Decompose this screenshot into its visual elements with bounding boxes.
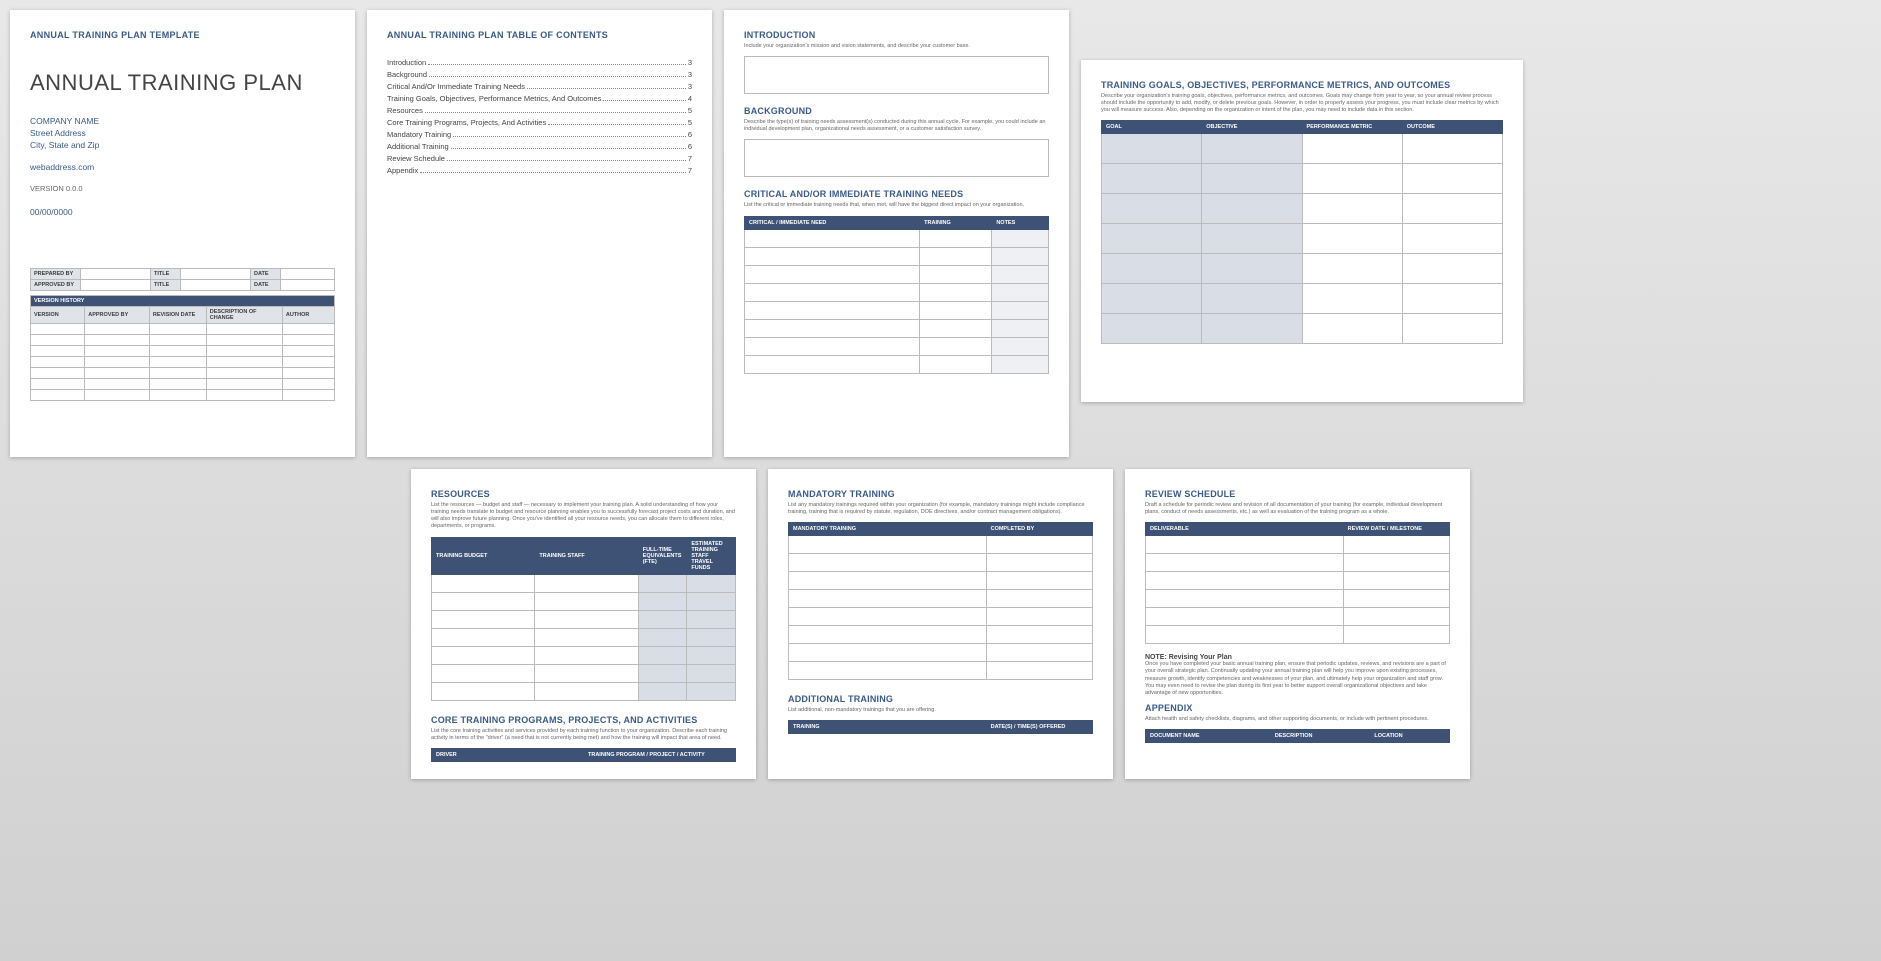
resources-desc: List the resources — budget and staff — … [431, 502, 736, 531]
version-history-table: VERSION HISTORY VERSIONAPPROVED BYREVISI… [30, 295, 335, 401]
resources-table: TRAINING BUDGETTRAINING STAFFFULL-TIME E… [431, 537, 736, 701]
page-2-toc: ANNUAL TRAINING PLAN TABLE OF CONTENTS I… [367, 10, 712, 457]
appendix-desc: Attach health and safety checklists, dia… [1145, 716, 1450, 723]
page-6-mandatory: MANDATORY TRAINING List any mandatory tr… [768, 469, 1113, 779]
goals-table: GOALOBJECTIVEPERFORMANCE METRICOUTCOME [1101, 120, 1503, 344]
toc-header: ANNUAL TRAINING PLAN TABLE OF CONTENTS [387, 30, 692, 40]
critical-needs-desc: List the critical or immediate training … [744, 202, 1049, 209]
toc-item: Mandatory Training6 [387, 130, 692, 139]
core-training-table: DRIVERTRAINING PROGRAM / PROJECT / ACTIV… [431, 748, 736, 762]
toc-item: Resources5 [387, 106, 692, 115]
toc-item: Core Training Programs, Projects, And Ac… [387, 118, 692, 127]
city-state-zip: City, State and Zip [30, 140, 335, 152]
background-desc: Describe the type(s) of training needs a… [744, 119, 1049, 133]
toc-item: Training Goals, Objectives, Performance … [387, 94, 692, 103]
goals-desc: Describe your organization's training go… [1101, 93, 1503, 114]
additional-title: ADDITIONAL TRAINING [788, 694, 1093, 704]
additional-desc: List additional, non-mandatory trainings… [788, 707, 1093, 714]
background-input-box[interactable] [744, 139, 1049, 177]
intro-title: INTRODUCTION [744, 30, 1049, 40]
critical-needs-table: CRITICAL / IMMEDIATE NEEDTRAININGNOTES [744, 216, 1049, 374]
mandatory-title: MANDATORY TRAINING [788, 489, 1093, 499]
additional-table: TRAININGDATE(S) / TIME(S) OFFERED [788, 720, 1093, 734]
page-5-resources: RESOURCES List the resources — budget an… [411, 469, 756, 779]
version-text: VERSION 0.0.0 [30, 184, 335, 193]
goals-title: TRAINING GOALS, OBJECTIVES, PERFORMANCE … [1101, 80, 1503, 90]
background-title: BACKGROUND [744, 106, 1049, 116]
review-desc: Draft a schedule for periodic review and… [1145, 502, 1450, 516]
intro-input-box[interactable] [744, 56, 1049, 94]
document-pages: ANNUAL TRAINING PLAN TEMPLATE ANNUAL TRA… [10, 10, 1871, 457]
resources-title: RESOURCES [431, 489, 736, 499]
appendix-table: DOCUMENT NAMEDESCRIPTIONLOCATION [1145, 729, 1450, 743]
page-1-cover: ANNUAL TRAINING PLAN TEMPLATE ANNUAL TRA… [10, 10, 355, 457]
date-text: 00/00/0000 [30, 207, 335, 219]
review-title: REVIEW SCHEDULE [1145, 489, 1450, 499]
toc-item: Critical And/Or Immediate Training Needs… [387, 82, 692, 91]
page-7-review: REVIEW SCHEDULE Draft a schedule for per… [1125, 469, 1470, 779]
web-address: webaddress.com [30, 162, 335, 174]
critical-needs-title: CRITICAL AND/OR IMMEDIATE TRAINING NEEDS [744, 189, 1049, 199]
toc-item: Appendix7 [387, 166, 692, 175]
signoff-table: PREPARED BYTITLEDATE APPROVED BYTITLEDAT… [30, 268, 335, 291]
core-training-title: CORE TRAINING PROGRAMS, PROJECTS, AND AC… [431, 715, 736, 725]
core-training-desc: List the core training activities and se… [431, 728, 736, 742]
toc-item: Additional Training6 [387, 142, 692, 151]
main-title: ANNUAL TRAINING PLAN [30, 70, 335, 96]
company-name: COMPANY NAME [30, 116, 335, 128]
intro-desc: Include your organization's mission and … [744, 43, 1049, 50]
page-4-goals: TRAINING GOALS, OBJECTIVES, PERFORMANCE … [1081, 60, 1523, 402]
mandatory-desc: List any mandatory trainings required wi… [788, 502, 1093, 516]
pages-row-2: RESOURCES List the resources — budget an… [10, 469, 1871, 779]
toc-item: Background3 [387, 70, 692, 79]
street-address: Street Address [30, 128, 335, 140]
toc-item: Review Schedule7 [387, 154, 692, 163]
review-table: DELIVERABLEREVIEW DATE / MILESTONE [1145, 522, 1450, 644]
note-desc: Once you have completed your basic annua… [1145, 661, 1450, 697]
page-3-intro: INTRODUCTION Include your organization's… [724, 10, 1069, 457]
toc-item: Introduction3 [387, 58, 692, 67]
template-header: ANNUAL TRAINING PLAN TEMPLATE [30, 30, 335, 40]
appendix-title: APPENDIX [1145, 703, 1450, 713]
mandatory-table: MANDATORY TRAININGCOMPLETED BY [788, 522, 1093, 680]
note-title: NOTE: Revising Your Plan [1145, 654, 1450, 661]
